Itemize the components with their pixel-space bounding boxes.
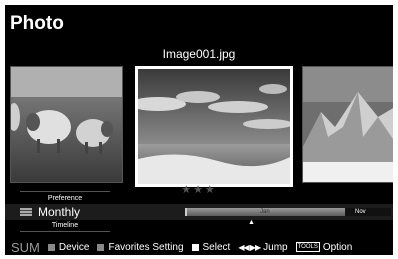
photo-thumbnail-next[interactable] (302, 66, 393, 183)
device-label: Device (58, 241, 90, 253)
timeline-month-nov: Nov (355, 209, 366, 215)
white-square-icon (191, 243, 199, 251)
grey-square-icon (47, 243, 55, 251)
page-title: Photo (10, 13, 64, 34)
device-button[interactable]: Device (47, 241, 90, 253)
favorites-setting-button[interactable]: Favorites Setting (97, 241, 184, 253)
favorites-label: Favorites Setting (108, 241, 184, 253)
photo-viewer-screen: Photo Image001.jpg ★★★ Preference Monthl… (5, 5, 393, 255)
selected-filename: Image001.jpg (162, 47, 236, 61)
timeline-label: Timeline (20, 222, 110, 232)
seascape-photo (138, 69, 290, 184)
select-button[interactable]: Select (191, 241, 231, 253)
sheep-photo (11, 67, 122, 182)
jump-label: Jump (263, 241, 288, 253)
list-icon (20, 208, 32, 216)
view-mode-selector[interactable]: Monthly (20, 205, 180, 219)
sum-logo: SUM (11, 239, 40, 255)
timeline-month-jan: Jan (260, 209, 270, 215)
preference-label: Preference (20, 191, 110, 202)
photo-thumbnail-previous[interactable] (10, 66, 123, 183)
footer-bar: SUM Device Favorites Setting Select ◀◀ ▶… (5, 239, 393, 255)
tools-badge: TOOLS (295, 242, 320, 252)
photo-thumbnail-selected[interactable] (135, 66, 293, 187)
view-mode-label: Monthly (38, 205, 81, 219)
option-button[interactable]: TOOLS Option (295, 241, 353, 253)
timeline-bar[interactable]: Jan Nov (185, 208, 391, 216)
grey-square-icon (97, 243, 105, 251)
double-arrow-icon: ◀◀ ▶▶ (238, 242, 261, 252)
timeline-position-marker: ▲ (248, 219, 255, 226)
jump-button[interactable]: ◀◀ ▶▶ Jump (238, 242, 287, 253)
mountain-photo (303, 67, 393, 182)
select-label: Select (202, 241, 231, 253)
option-label: Option (322, 241, 353, 253)
